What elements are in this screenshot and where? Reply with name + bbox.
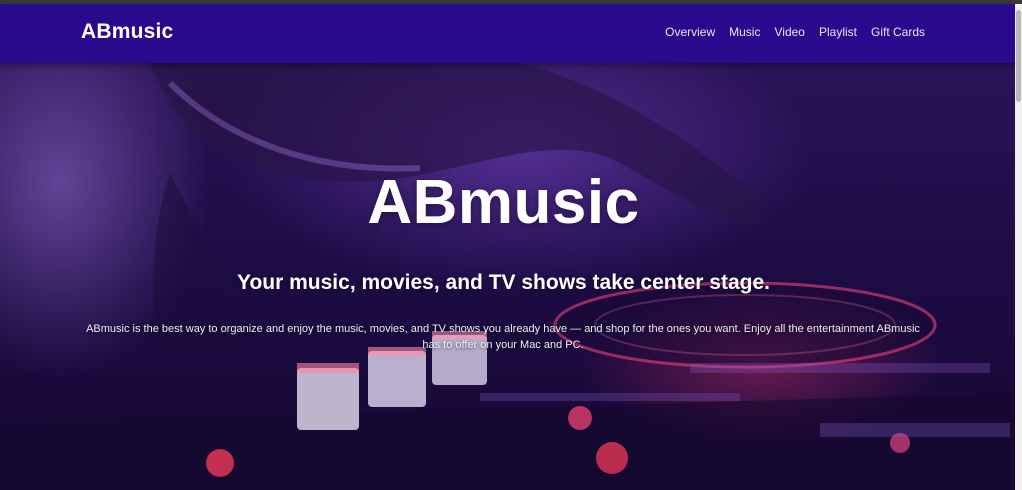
brand-logo[interactable]: ABmusic (81, 20, 173, 44)
scrollbar-thumb[interactable] (1016, 10, 1021, 102)
hero-section: ABmusic Your music, movies, and TV shows… (0, 63, 1015, 490)
nav-link-gift-cards[interactable]: Gift Cards (871, 25, 925, 39)
nav-link-video[interactable]: Video (774, 25, 804, 39)
nav-links: Overview Music Video Playlist Gift Cards (665, 25, 925, 39)
navbar: ABmusic Overview Music Video Playlist Gi… (0, 4, 1015, 63)
nav-link-music[interactable]: Music (729, 25, 760, 39)
nav-link-playlist[interactable]: Playlist (819, 25, 857, 39)
nav-link-overview[interactable]: Overview (665, 25, 715, 39)
page-scrollbar[interactable] (1015, 4, 1022, 490)
hero-subtitle: Your music, movies, and TV shows take ce… (237, 271, 770, 294)
hero-description: ABmusic is the best way to organize and … (86, 323, 920, 351)
hero-title: ABmusic (367, 168, 640, 237)
